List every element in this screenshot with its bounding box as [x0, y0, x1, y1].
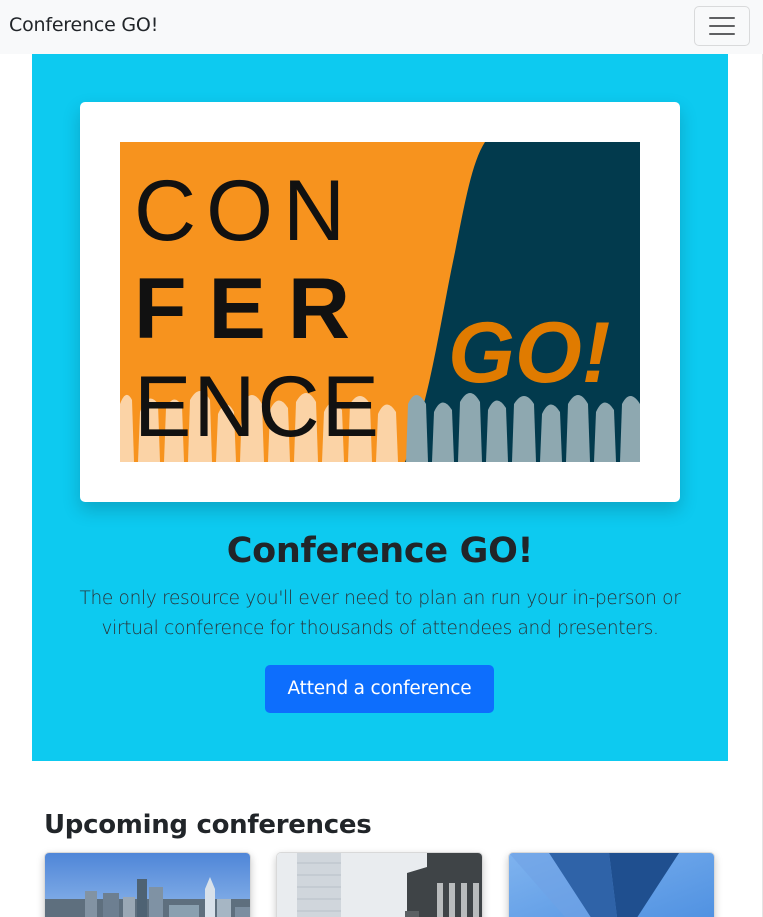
attend-conference-button[interactable]: Attend a conference: [265, 665, 494, 713]
hero-lead-text: The only resource you'll ever need to pl…: [79, 588, 681, 639]
upcoming-conferences-heading: Upcoming conferences: [44, 810, 372, 840]
navbar-toggler-button[interactable]: [694, 6, 750, 46]
conference-card[interactable]: [508, 852, 715, 917]
tower-buildings-photo: [277, 853, 482, 917]
logo-go-text: GO!: [448, 305, 610, 401]
conference-go-logo: CON FER ENCE GO!: [120, 142, 640, 462]
hamburger-menu-icon-bar: [709, 25, 735, 27]
conference-card[interactable]: [276, 852, 483, 917]
hero-section: CON FER ENCE GO! Conference GO! The only…: [32, 54, 728, 761]
top-navbar: Conference GO!: [0, 0, 763, 54]
logo-word-ence: ENCE: [134, 359, 381, 455]
logo-card: CON FER ENCE GO!: [80, 102, 680, 502]
hamburger-menu-icon-bar: [709, 33, 735, 35]
logo-word-con: CON: [134, 163, 355, 259]
hero-title: Conference GO!: [226, 531, 534, 571]
hamburger-menu-icon: [709, 17, 735, 19]
city-skyline-photo: [45, 853, 250, 917]
glass-skyscraper-photo: [509, 853, 714, 917]
conference-card[interactable]: [44, 852, 251, 917]
navbar-brand[interactable]: Conference GO!: [9, 14, 158, 36]
logo-word-fer: FER: [134, 261, 372, 357]
